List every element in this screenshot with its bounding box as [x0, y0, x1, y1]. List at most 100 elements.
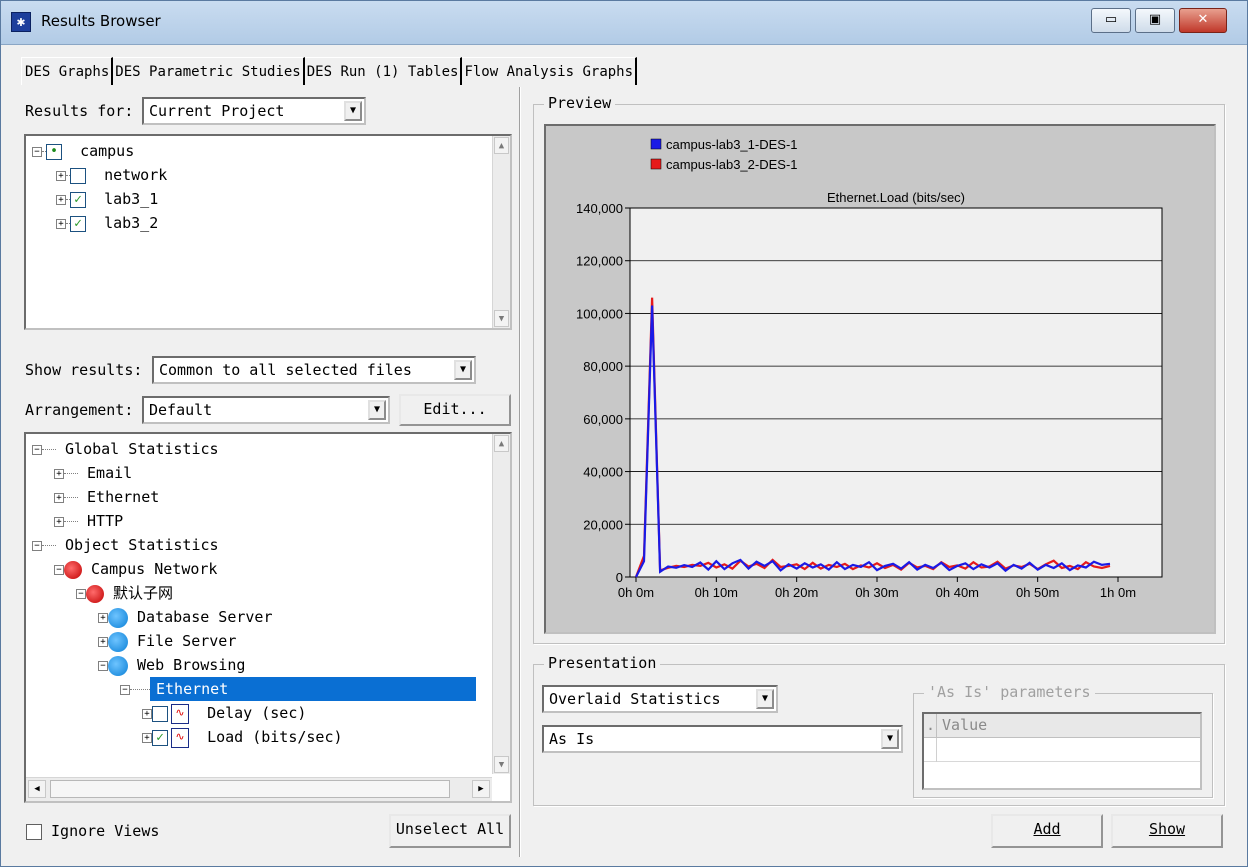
tree-line — [130, 689, 150, 690]
minimize-button[interactable]: ▭ — [1091, 8, 1131, 33]
tree-node-object-statistics[interactable]: − Object Statistics — [32, 533, 219, 557]
results-for-select[interactable]: Current Project ▼ — [142, 97, 366, 125]
x-tick-label: 0h 0m — [618, 585, 654, 600]
show-button[interactable]: Show — [1111, 814, 1223, 848]
tab-flow-analysis-graphs[interactable]: Flow Analysis Graphs — [462, 57, 638, 85]
tree-node-global-statistics[interactable]: − Global Statistics — [32, 437, 219, 461]
y-tick-label: 40,000 — [583, 465, 623, 480]
checkbox[interactable] — [26, 823, 42, 840]
chevron-down-icon[interactable]: ▼ — [454, 360, 472, 380]
scroll-left-icon[interactable]: ◀ — [28, 780, 46, 798]
legend-label: campus-lab3_1-DES-1 — [666, 137, 798, 152]
vertical-scrollbar[interactable]: ▲ ▼ — [492, 434, 510, 774]
app-icon: ✱ — [11, 12, 31, 32]
horizontal-scrollbar[interactable]: ◀ ▶ — [26, 777, 492, 801]
edit-button[interactable]: Edit... — [399, 394, 511, 426]
add-button[interactable]: Add — [991, 814, 1103, 848]
expand-icon[interactable]: + — [54, 468, 64, 479]
tree-label: Delay (sec) — [207, 704, 307, 722]
expand-icon[interactable]: + — [56, 170, 66, 181]
collapse-icon[interactable]: − — [32, 146, 42, 157]
collapse-icon[interactable]: − — [76, 588, 86, 599]
expand-icon[interactable]: + — [98, 636, 108, 647]
tree-node-http[interactable]: + HTTP — [54, 509, 123, 533]
checkbox[interactable]: • — [46, 143, 62, 160]
scroll-thumb[interactable] — [50, 780, 450, 798]
show-results-select[interactable]: Common to all selected files ▼ — [152, 356, 476, 384]
checkbox[interactable]: ✓ — [70, 215, 86, 232]
checkbox[interactable] — [70, 167, 86, 184]
expand-icon[interactable]: + — [54, 516, 64, 527]
expand-icon[interactable]: + — [56, 194, 66, 205]
tree-node-ethernet-selected[interactable]: − Ethernet — [120, 677, 476, 701]
scroll-down-icon[interactable]: ▼ — [494, 310, 509, 327]
checkbox[interactable]: ✓ — [70, 191, 86, 208]
close-button[interactable]: ✕ — [1179, 8, 1227, 33]
tab-des-run-tables[interactable]: DES Run (1) Tables — [304, 57, 463, 85]
collapse-icon[interactable]: − — [120, 684, 130, 695]
tree-node-ethernet-global[interactable]: + Ethernet — [54, 485, 159, 509]
filter-select[interactable]: As Is ▼ — [542, 725, 903, 753]
scroll-up-icon[interactable]: ▲ — [494, 137, 509, 154]
tab-des-parametric-studies[interactable]: DES Parametric Studies — [113, 57, 305, 85]
tree-node-lab3-2[interactable]: + ✓ lab3_2 — [56, 211, 158, 235]
chevron-down-icon[interactable]: ▼ — [881, 729, 899, 749]
expand-icon[interactable]: + — [142, 732, 152, 743]
ignore-views-checkbox[interactable]: Ignore Views — [26, 819, 159, 843]
y-tick-label: 60,000 — [583, 412, 623, 427]
tree-node-campus[interactable]: − • campus — [32, 139, 134, 163]
tab-des-graphs[interactable]: DES Graphs — [21, 57, 114, 85]
tree-label: Global Statistics — [65, 440, 219, 458]
checkbox[interactable] — [152, 705, 168, 722]
params-table[interactable]: . Value — [922, 712, 1202, 790]
collapse-icon[interactable]: − — [98, 660, 108, 671]
collapse-icon[interactable]: − — [54, 564, 64, 575]
chevron-down-icon[interactable]: ▼ — [368, 400, 386, 420]
tree-label: Object Statistics — [65, 536, 219, 554]
expand-icon[interactable]: + — [98, 612, 108, 623]
plot-area — [629, 207, 1163, 578]
expand-icon[interactable]: + — [56, 218, 66, 229]
collapse-icon[interactable]: − — [32, 444, 42, 455]
arrangement-value: Default — [149, 401, 213, 419]
subnet-icon — [64, 560, 82, 579]
tree-node-delay[interactable]: + ∿ Delay (sec) — [142, 701, 306, 725]
show-results-label: Show results: — [25, 361, 143, 379]
chevron-down-icon[interactable]: ▼ — [756, 689, 774, 709]
project-tree: − • campus + network + ✓ lab3_1 + ✓ lab3_2 … — [24, 134, 512, 330]
tree-node-network[interactable]: + network — [56, 163, 167, 187]
tree-node-lab3-1[interactable]: + ✓ lab3_1 — [56, 187, 158, 211]
expand-icon[interactable]: + — [54, 492, 64, 503]
title-bar[interactable]: ✱ Results Browser ▭ ▣ ✕ — [1, 1, 1247, 45]
tree-node-web-browsing[interactable]: − Web Browsing — [98, 653, 245, 677]
scroll-up-icon[interactable]: ▲ — [494, 435, 509, 452]
tree-node-load[interactable]: + ✓ ∿ Load (bits/sec) — [142, 725, 343, 749]
splitter[interactable] — [519, 87, 521, 857]
tree-node-campus-network[interactable]: − Campus Network — [54, 557, 217, 581]
expand-icon[interactable]: + — [142, 708, 152, 719]
checkbox[interactable]: ✓ — [152, 729, 168, 746]
unselect-all-button[interactable]: Unselect All — [389, 814, 511, 848]
tree-node-email[interactable]: + Email — [54, 461, 132, 485]
vertical-scrollbar[interactable]: ▲ ▼ — [492, 136, 510, 328]
presentation-label: Presentation — [544, 654, 661, 672]
tree-node-file-server[interactable]: + File Server — [98, 629, 236, 653]
arrangement-select[interactable]: Default ▼ — [142, 396, 390, 424]
filter-value: As Is — [549, 730, 595, 748]
tree-label: Web Browsing — [137, 656, 246, 674]
y-tick-label: 100,000 — [576, 306, 623, 321]
scroll-down-icon[interactable]: ▼ — [494, 756, 509, 773]
y-tick-label: 120,000 — [576, 254, 623, 269]
maximize-button[interactable]: ▣ — [1135, 8, 1175, 33]
chevron-down-icon[interactable]: ▼ — [344, 101, 362, 121]
tree-node-database-server[interactable]: + Database Server — [98, 605, 273, 629]
tab-bar: DES Graphs DES Parametric Studies DES Ru… — [21, 57, 638, 87]
window-title: Results Browser — [41, 12, 161, 30]
tree-node-default-subnet[interactable]: − 默认子网 — [76, 581, 173, 605]
params-row[interactable] — [924, 738, 1200, 762]
x-tick-label: 1h 0m — [1100, 585, 1136, 600]
statistics-tree: − Global Statistics + Email + Ethernet +… — [24, 432, 512, 803]
scroll-right-icon[interactable]: ▶ — [472, 780, 490, 798]
collapse-icon[interactable]: − — [32, 540, 42, 551]
presentation-mode-select[interactable]: Overlaid Statistics ▼ — [542, 685, 778, 713]
